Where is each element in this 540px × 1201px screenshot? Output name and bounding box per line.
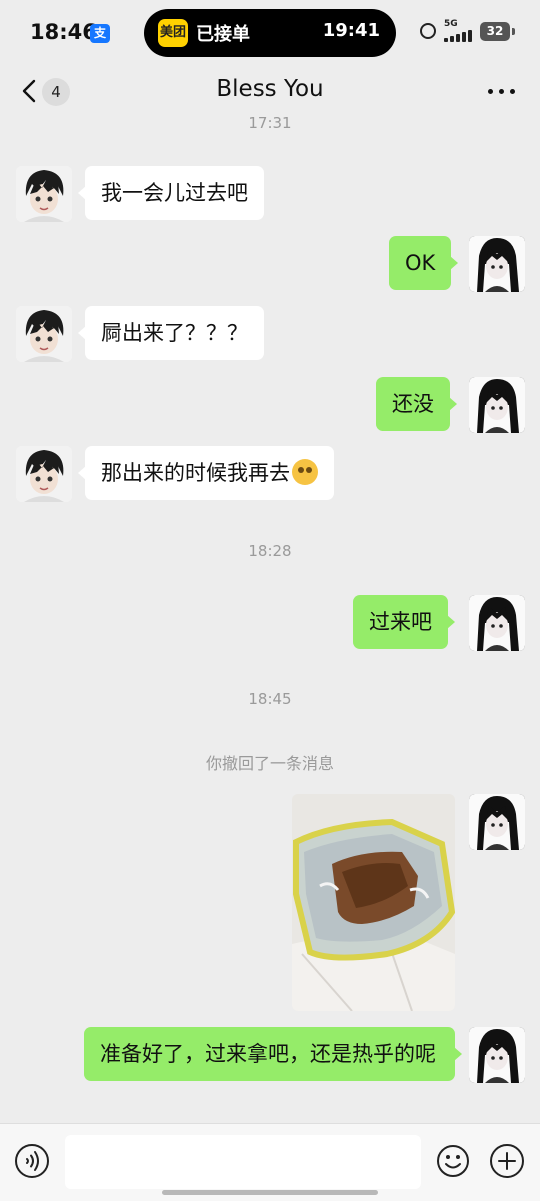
message-bubble-outgoing[interactable]: 准备好了，过来拿吧，还是热乎的呢 [84, 1027, 462, 1081]
message-input[interactable] [65, 1135, 421, 1189]
message-bubble-outgoing[interactable]: OK [389, 236, 459, 290]
dynamic-island-order-status[interactable]: 美团 已接单 19:41 [144, 9, 396, 57]
battery-tip [512, 28, 515, 35]
voice-icon [26, 1151, 39, 1171]
chat-header: 4 Bless You [0, 66, 540, 116]
my-avatar[interactable] [469, 377, 525, 433]
alarm-icon [420, 23, 436, 39]
message-bubble-incoming[interactable]: 那出来的时候我再去 [78, 446, 334, 500]
food-container-photo [292, 794, 455, 1011]
timestamp: 18:28 [248, 542, 292, 560]
contact-avatar-image [16, 446, 72, 502]
meituan-logo-icon: 美团 [158, 19, 188, 47]
contact-avatar-image [16, 306, 72, 362]
signal-icon [444, 30, 474, 42]
more-functions-button[interactable] [490, 1144, 524, 1178]
alipay-icon: 支 [90, 24, 110, 43]
message-bubble-outgoing[interactable]: 过来吧 [353, 595, 455, 649]
timestamp: 18:45 [248, 690, 292, 708]
image-message[interactable] [292, 794, 455, 1011]
message-bubble-incoming[interactable]: 屙出来了？？？ [78, 306, 264, 360]
order-eta-time: 19:41 [322, 20, 380, 41]
order-status-text: 已接单 [196, 24, 250, 45]
voice-button[interactable] [15, 1144, 49, 1178]
my-avatar-image [469, 595, 525, 651]
contact-avatar[interactable] [16, 166, 72, 222]
my-avatar-image [469, 1027, 525, 1083]
my-avatar[interactable] [469, 794, 525, 850]
my-avatar-image [469, 794, 525, 850]
message-list[interactable]: 17:31 我一会儿过去吧 OK 屙出来了？？？ 还没 那出来的时候我再去 18… [0, 116, 540, 1123]
message-bubble-outgoing[interactable]: 还没 [376, 377, 457, 431]
more-icon[interactable] [488, 89, 516, 95]
message-bubble-incoming[interactable]: 我一会儿过去吧 [78, 166, 264, 220]
contact-avatar[interactable] [16, 446, 72, 502]
contact-avatar[interactable] [16, 306, 72, 362]
emoji-button[interactable] [436, 1144, 470, 1178]
status-time: 18:46 [30, 20, 97, 44]
my-avatar[interactable] [469, 595, 525, 651]
status-bar: 18:46 支 美团 已接单 19:41 5G 32 [0, 0, 540, 66]
emoji-icon [437, 1145, 469, 1177]
message-text: 那出来的时候我再去 [101, 461, 290, 485]
my-avatar-image [469, 377, 525, 433]
plus-icon [498, 1152, 516, 1170]
my-avatar[interactable] [469, 1027, 525, 1083]
chat-title: Bless You [216, 76, 324, 102]
battery-icon: 32 [480, 22, 510, 41]
home-indicator[interactable] [162, 1190, 378, 1195]
timestamp: 17:31 [248, 116, 292, 132]
pleading-face-emoji-icon [292, 459, 318, 485]
contact-avatar-image [16, 166, 72, 222]
my-avatar-image [469, 236, 525, 292]
recall-notice: 你撤回了一条消息 [205, 754, 334, 773]
my-avatar[interactable] [469, 236, 525, 292]
network-type: 5G [444, 19, 458, 29]
